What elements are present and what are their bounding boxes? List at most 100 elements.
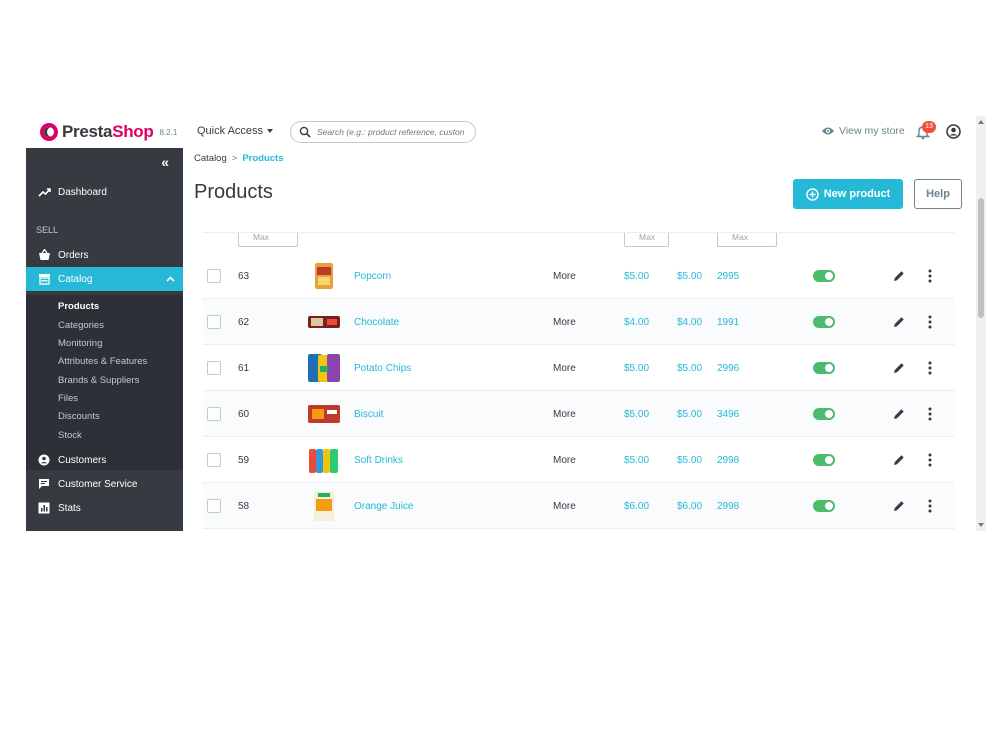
sidebar-item-catalog[interactable]: Catalog (26, 267, 183, 291)
product-quantity[interactable]: 2998 (717, 437, 739, 483)
prestashop-admin: PrestaShop 8.2.1 Quick Access View my st… (26, 116, 986, 531)
product-image[interactable] (306, 261, 342, 291)
sidebar-item-dashboard-label: Dashboard (58, 186, 107, 198)
submenu-item-discounts[interactable]: Discounts (58, 411, 100, 422)
table-row[interactable]: 58 Orange Juice More $6.00 $6.00 2998 (203, 483, 955, 529)
bar-chart-icon (36, 502, 52, 514)
table-row[interactable]: 60 Biscuit More $5.00 $5.00 3496 (203, 391, 955, 437)
status-toggle[interactable] (813, 454, 835, 466)
breadcrumb: Catalog > Products (194, 153, 284, 164)
product-image[interactable] (306, 353, 342, 383)
price-tax-included: $5.00 (677, 362, 703, 374)
row-select-checkbox[interactable] (207, 407, 221, 421)
account-circle-icon (36, 454, 52, 466)
price-tax-excluded[interactable]: $5.00 (624, 437, 649, 483)
more-vert-icon[interactable] (928, 361, 932, 375)
collapse-sidebar-button[interactable]: « (161, 154, 169, 170)
quantity-max-filter[interactable]: Max (717, 233, 777, 247)
sidebar-item-customer-service[interactable]: Customer Service (26, 472, 183, 496)
scroll-down-arrow-icon[interactable] (978, 523, 984, 527)
price-tax-excluded[interactable]: $6.00 (624, 483, 649, 529)
brand-name-part1: Presta (62, 122, 113, 141)
price-tax-included: $5.00 (677, 270, 703, 282)
sidebar-item-dashboard[interactable]: Dashboard (26, 180, 183, 204)
pencil-icon[interactable] (893, 316, 905, 328)
pencil-icon[interactable] (893, 362, 905, 374)
row-select-checkbox[interactable] (207, 453, 221, 467)
product-name-link[interactable]: Biscuit (354, 391, 383, 437)
id-max-filter[interactable]: Max (238, 233, 298, 247)
more-vert-icon[interactable] (928, 453, 932, 467)
submenu-item-monitoring[interactable]: Monitoring (58, 338, 102, 349)
product-name-link[interactable]: Popcorn (354, 253, 391, 299)
product-name-link[interactable]: Orange Juice (354, 483, 413, 529)
product-quantity[interactable]: 3496 (717, 391, 739, 437)
prestashop-logo-icon (40, 123, 58, 141)
product-name-link[interactable]: Potato Chips (354, 345, 411, 391)
submenu-item-brands-suppliers[interactable]: Brands & Suppliers (58, 375, 139, 386)
more-vert-icon[interactable] (928, 407, 932, 421)
product-image[interactable] (306, 307, 342, 337)
product-quantity[interactable]: 2998 (717, 483, 739, 529)
new-product-button[interactable]: New product (793, 179, 903, 209)
submenu-item-stock[interactable]: Stock (58, 430, 82, 441)
price-max-filter[interactable]: Max (624, 233, 669, 247)
submenu-item-attributes-features[interactable]: Attributes & Features (58, 356, 147, 367)
pencil-icon[interactable] (893, 454, 905, 466)
status-toggle[interactable] (813, 362, 835, 374)
price-tax-excluded[interactable]: $4.00 (624, 299, 649, 345)
page-scrollbar[interactable] (976, 116, 986, 531)
status-toggle[interactable] (813, 316, 835, 328)
product-quantity[interactable]: 2995 (717, 253, 739, 299)
more-vert-icon[interactable] (928, 269, 932, 283)
product-image[interactable] (306, 445, 342, 475)
pencil-icon[interactable] (893, 270, 905, 282)
price-tax-excluded[interactable]: $5.00 (624, 391, 649, 437)
sidebar-item-customers[interactable]: Customers (26, 448, 183, 472)
submenu-item-products[interactable]: Products (58, 301, 99, 312)
help-button[interactable]: Help (914, 179, 962, 209)
scroll-up-arrow-icon[interactable] (978, 120, 984, 124)
product-quantity[interactable]: 1991 (717, 299, 739, 345)
more-vert-icon[interactable] (928, 499, 932, 513)
submenu-item-categories[interactable]: Categories (58, 320, 104, 331)
status-toggle[interactable] (813, 270, 835, 282)
product-id: 63 (238, 270, 250, 282)
product-id: 61 (238, 362, 250, 374)
price-tax-excluded[interactable]: $5.00 (624, 253, 649, 299)
row-select-checkbox[interactable] (207, 499, 221, 513)
status-toggle[interactable] (813, 408, 835, 420)
submenu-item-files[interactable]: Files (58, 393, 78, 404)
product-name-link[interactable]: Soft Drinks (354, 437, 403, 483)
pencil-icon[interactable] (893, 500, 905, 512)
row-select-checkbox[interactable] (207, 315, 221, 329)
product-id: 62 (238, 316, 250, 328)
search-box[interactable] (290, 121, 476, 143)
product-quantity[interactable]: 2996 (717, 345, 739, 391)
breadcrumb-products[interactable]: Products (242, 153, 283, 164)
table-row[interactable]: 61 Potato Chips More $5.00 $5.00 2996 (203, 345, 955, 391)
row-select-checkbox[interactable] (207, 361, 221, 375)
status-toggle[interactable] (813, 500, 835, 512)
price-tax-excluded[interactable]: $5.00 (624, 345, 649, 391)
table-row[interactable]: 59 Soft Drinks More $5.00 $5.00 2998 (203, 437, 955, 483)
prestashop-logo[interactable]: PrestaShop 8.2.1 (40, 122, 177, 142)
sidebar-item-orders[interactable]: Orders (26, 243, 183, 267)
scrollbar-thumb[interactable] (978, 198, 984, 318)
breadcrumb-catalog[interactable]: Catalog (194, 153, 227, 164)
quick-access-dropdown[interactable]: Quick Access (197, 125, 274, 137)
product-image[interactable] (306, 491, 342, 521)
product-category: More (553, 362, 576, 374)
search-input[interactable] (315, 126, 469, 138)
account-button[interactable] (946, 124, 961, 144)
view-my-store-link[interactable]: View my store (821, 125, 905, 137)
pencil-icon[interactable] (893, 408, 905, 420)
product-name-link[interactable]: Chocolate (354, 299, 399, 345)
more-vert-icon[interactable] (928, 315, 932, 329)
row-select-checkbox[interactable] (207, 269, 221, 283)
table-row[interactable]: 62 Chocolate More $4.00 $4.00 1991 (203, 299, 955, 345)
product-image[interactable] (306, 399, 342, 429)
sidebar-item-stats[interactable]: Stats (26, 496, 183, 520)
price-tax-included: $5.00 (677, 454, 703, 466)
table-row[interactable]: 63 Popcorn More $5.00 $5.00 2995 (203, 253, 955, 299)
